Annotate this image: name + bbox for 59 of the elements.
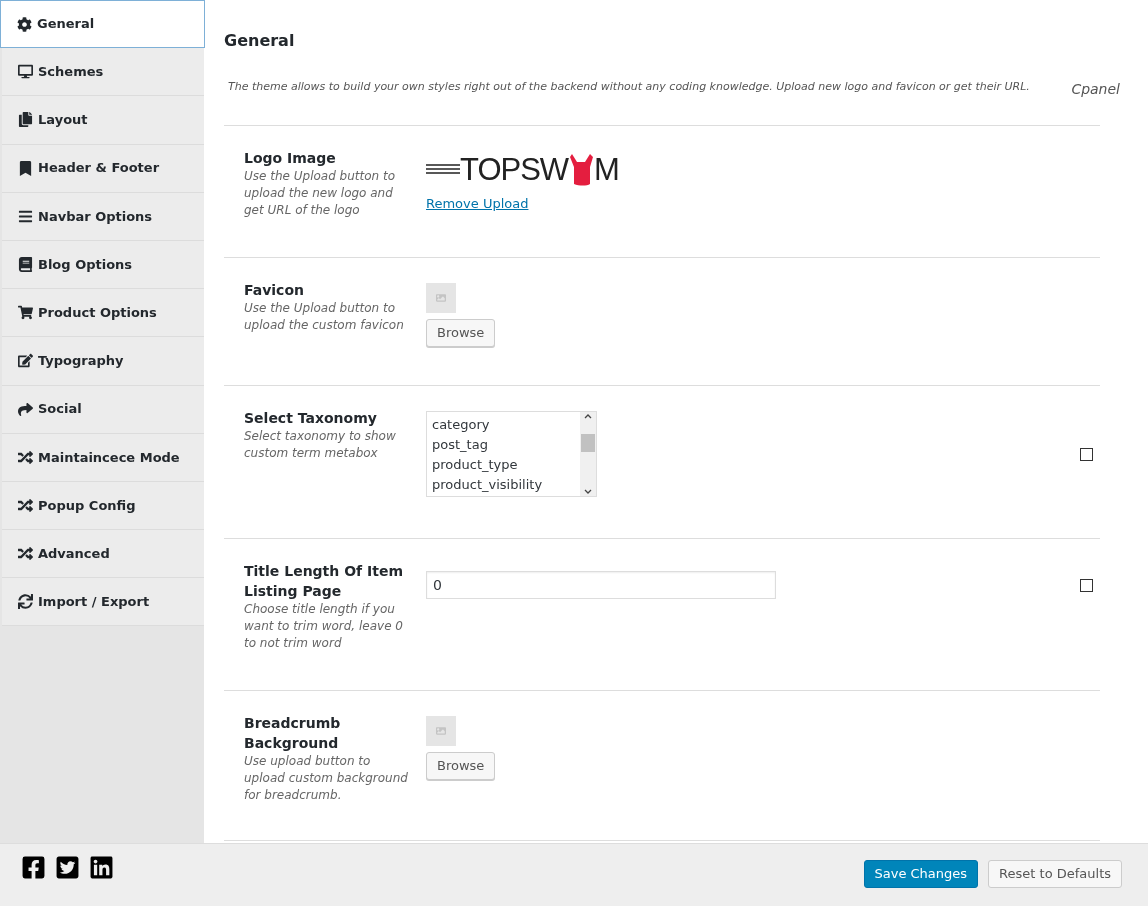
sidebar-item[interactable]: General	[0, 0, 205, 49]
checkbox[interactable]	[1080, 578, 1093, 592]
save-button[interactable]: Save Changes	[863, 860, 979, 888]
field-title: Breadcrumb Background	[244, 714, 342, 753]
sidebar-item[interactable]: Navbar Options	[2, 192, 204, 241]
image-placeholder	[426, 716, 456, 746]
listbox-option[interactable]: product_visibility	[432, 475, 580, 495]
field-help: Choose title length if you want to trim word, leave 0 to not trim word	[244, 601, 404, 652]
book-icon	[18, 257, 33, 273]
section-description: The theme allows to build your own styles right out of the backend without any coding knowledge. Upload new logo and favicon or get their URL.	[227, 79, 1031, 95]
scrollbar-icon[interactable]	[580, 412, 596, 496]
sidebar-item[interactable]: Schemes	[2, 48, 204, 97]
facebook-icon[interactable]	[21, 855, 46, 880]
reset-button[interactable]: Reset to Defaults	[988, 860, 1122, 888]
cpanel-label: Cpanel	[1071, 80, 1120, 99]
sidebar-item[interactable]: Import / Export	[2, 578, 204, 627]
image-placeholder	[426, 283, 456, 313]
linkedin-icon[interactable]	[89, 855, 114, 880]
sidebar-item[interactable]: Typography	[2, 337, 204, 386]
logo-drawing: TOPSW M	[426, 152, 620, 186]
shuffle-icon	[18, 449, 33, 465]
listbox-option[interactable]: product_type	[432, 455, 580, 475]
sidebar-item[interactable]: Advanced	[2, 530, 204, 579]
twitter-icon[interactable]	[55, 855, 80, 880]
section-title: General	[224, 30, 295, 52]
browse-button[interactable]: Browse	[426, 752, 496, 780]
field-title: Title Length Of Item Listing Page	[244, 562, 404, 601]
sidebar-item[interactable]: Social	[2, 385, 204, 434]
title-length-field[interactable]: 0	[426, 571, 776, 599]
field-help: Select taxonomy to show custom term metabox	[244, 428, 397, 462]
copy-icon	[18, 112, 33, 128]
listbox-option[interactable]: post_tag	[432, 435, 580, 455]
bookmark-icon	[18, 160, 33, 176]
shuffle-icon	[18, 546, 33, 562]
sidebar-item[interactable]: Layout	[2, 96, 204, 145]
sidebar-item[interactable]: Product Options	[2, 289, 204, 338]
sidebar-item[interactable]: Popup Config	[2, 481, 204, 531]
shuffle-icon	[18, 497, 33, 513]
field-help: Use the Upload button to upload the new logo and get URL of the logo	[244, 168, 397, 219]
monitor-icon	[18, 64, 33, 80]
gear-icon	[17, 16, 32, 32]
field-help: Use the Upload button to upload the custom favicon	[244, 300, 405, 334]
refresh-icon	[18, 594, 33, 610]
sidebar-item[interactable]: Header & Footer	[2, 144, 204, 193]
taxonomy-listbox[interactable]: category post_tag product_type product_visibility	[426, 411, 597, 497]
remove-upload-link[interactable]: Remove Upload	[426, 194, 529, 214]
menu-icon	[18, 208, 33, 224]
cart-icon	[18, 305, 33, 321]
share-icon	[18, 401, 33, 417]
sidebar-item[interactable]: Maintaincece Mode	[2, 433, 204, 482]
listbox-option[interactable]: category	[432, 415, 580, 435]
checkbox[interactable]	[1080, 447, 1093, 461]
field-title: Favicon	[244, 281, 305, 300]
field-help: Use upload button to upload custom background for breadcrumb.	[244, 753, 409, 804]
sidebar-item[interactable]: Blog Options	[2, 240, 204, 290]
field-title: Logo Image	[244, 149, 337, 168]
browse-button[interactable]: Browse	[426, 319, 496, 347]
edit-icon	[18, 353, 33, 369]
field-title: Select Taxonomy	[244, 409, 378, 428]
